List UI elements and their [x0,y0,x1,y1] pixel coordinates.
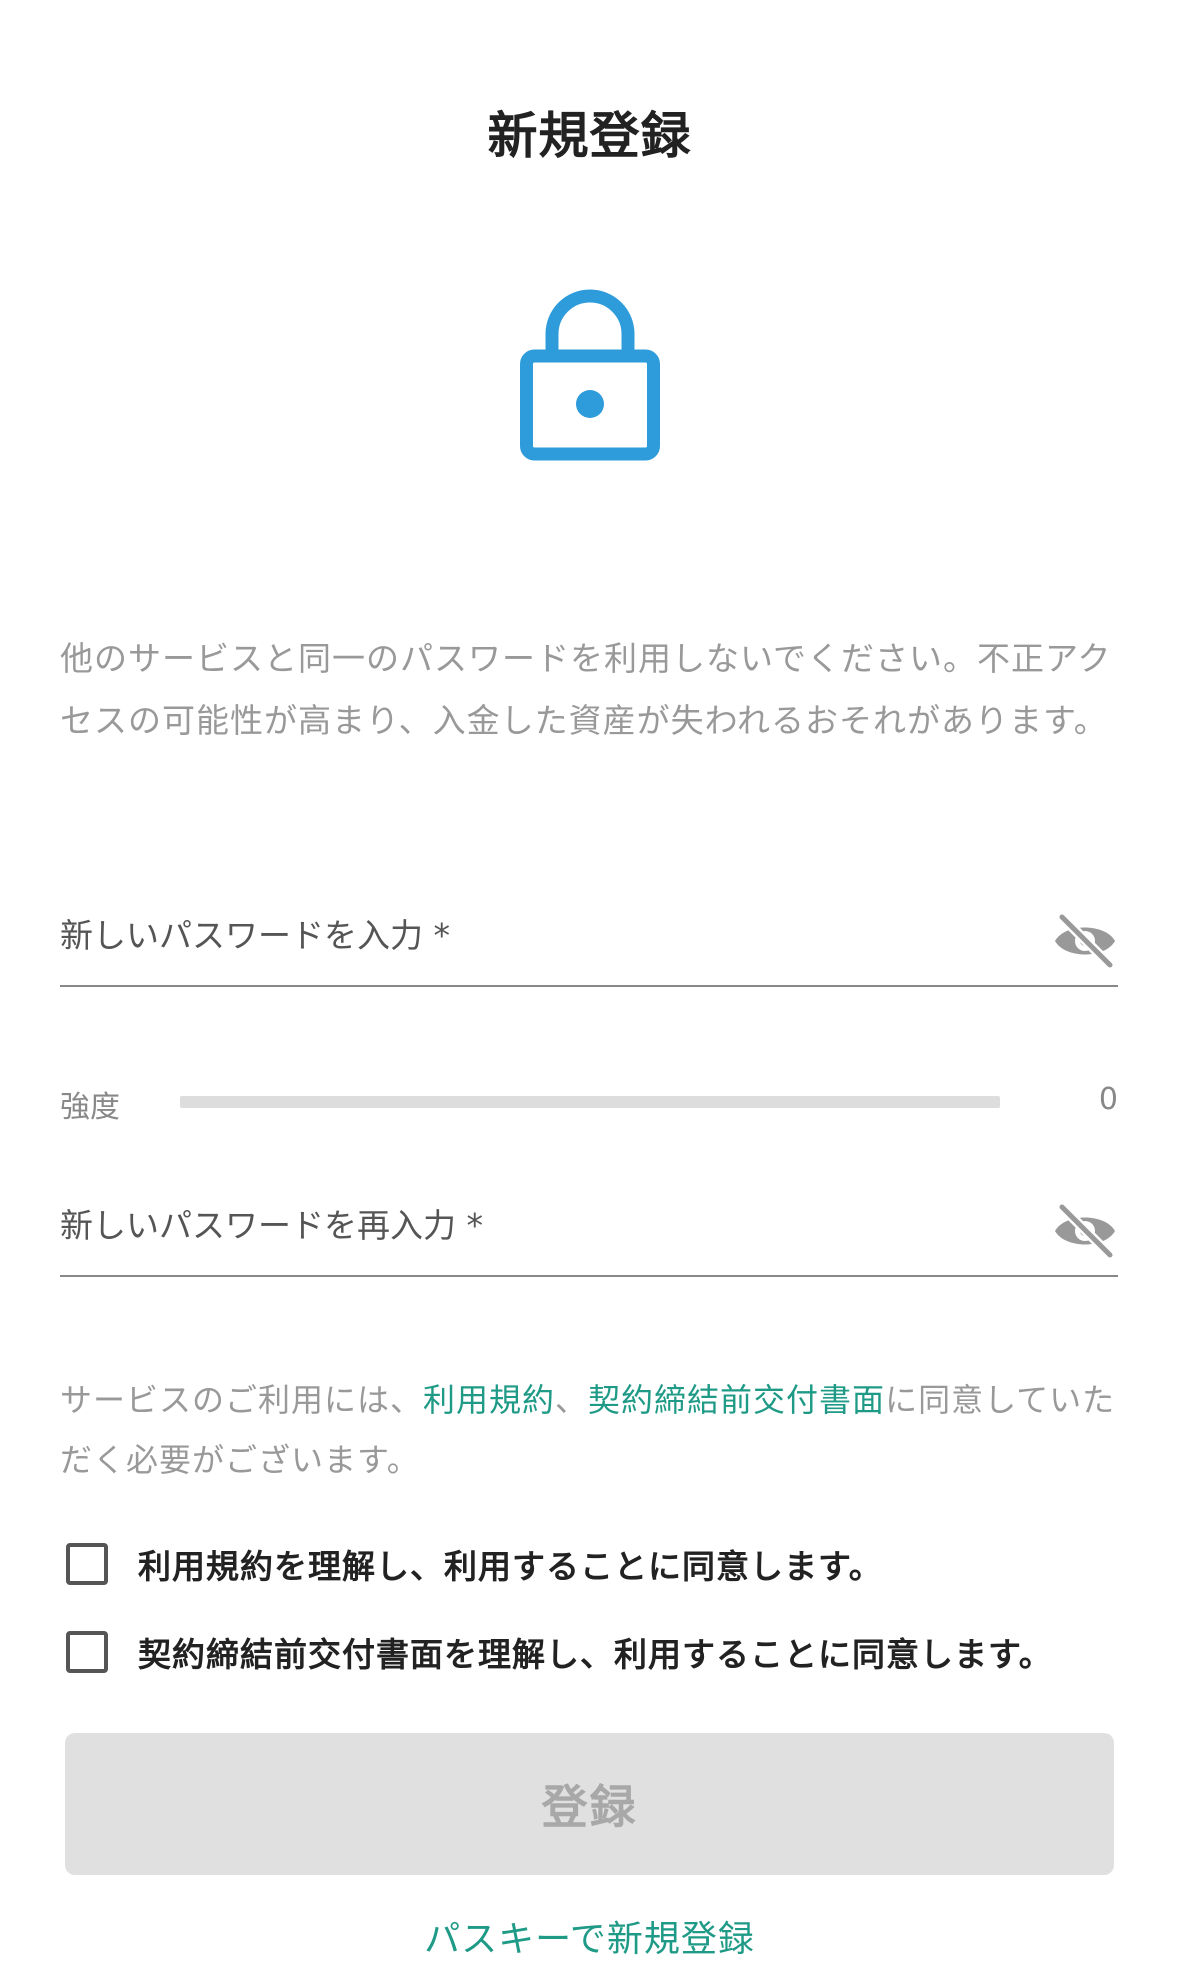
eye-off-icon [1055,912,1115,970]
agree-terms-checkbox[interactable] [66,1543,108,1585]
new-password-field [60,885,1118,987]
password-warning-text: 他のサービスと同一のパスワードを利用しないでください。不正アクセスの可能性が高ま… [60,639,1112,740]
agree-contract-label: 契約締結前交付書面を理解し、利用することに同意します。 [138,1635,1053,1674]
eye-off-icon [1055,1202,1115,1260]
terms-note-separator: 、 [555,1381,589,1419]
password-visibility-toggle[interactable] [1052,912,1118,970]
terms-note-prefix: サービスのご利用には、 [60,1381,424,1419]
password-strength-meter: 強度 0 [60,1076,1118,1125]
page-title: 新規登録 [487,107,692,165]
strength-value: 0 [1098,1082,1118,1117]
terms-note: サービスのご利用には、利用規約、契約締結前交付書面に同意していただく必要がござい… [60,1370,1120,1490]
lock-icon [520,286,660,461]
confirm-password-visibility-toggle[interactable] [1052,1202,1118,1260]
agree-terms-checkbox-row[interactable]: 利用規約を理解し、利用することに同意します。 [66,1536,883,1592]
new-password-input[interactable] [60,885,1020,985]
agree-contract-checkbox-row[interactable]: 契約締結前交付書面を理解し、利用することに同意します。 [66,1624,1053,1680]
register-button[interactable]: 登録 [65,1733,1114,1875]
confirm-password-field [60,1175,1118,1277]
strength-label: 強度 [60,1090,120,1125]
passkey-register-link[interactable]: パスキーで新規登録 [0,1910,1179,1962]
confirm-password-input[interactable] [60,1175,1020,1275]
agree-contract-checkbox[interactable] [66,1631,108,1673]
pre-contract-document-link[interactable]: 契約締結前交付書面 [588,1381,885,1419]
strength-bar [180,1096,1000,1108]
terms-of-use-link[interactable]: 利用規約 [423,1381,555,1419]
agree-terms-label: 利用規約を理解し、利用することに同意します。 [138,1547,883,1586]
